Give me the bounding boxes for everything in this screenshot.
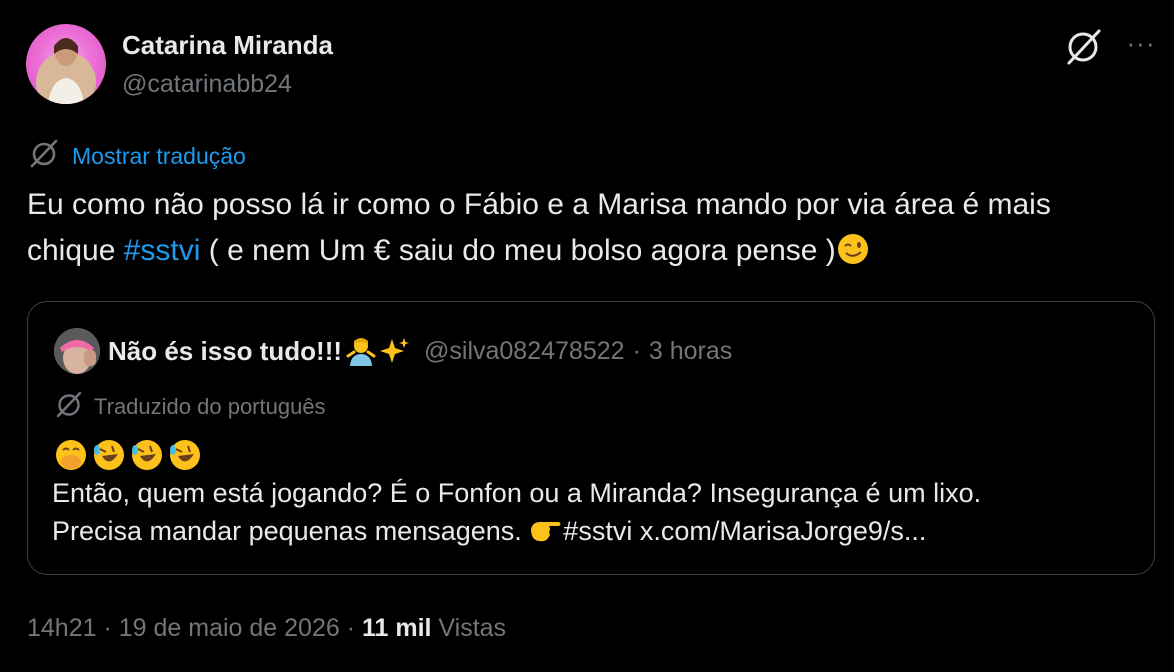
views-count[interactable]: 11 mil bbox=[362, 614, 432, 642]
person-shrugging-emoji bbox=[346, 336, 376, 366]
views-label: Vistas bbox=[431, 614, 507, 642]
quoted-header: Não és isso tudo!!! @silva082478522 · 3 … bbox=[108, 334, 732, 368]
quoted-link: x.com/MarisaJorge9/s... bbox=[632, 516, 927, 546]
quoted-time[interactable]: 3 horas bbox=[649, 337, 732, 366]
quoted-translation-row: Traduzido do português bbox=[54, 390, 326, 425]
translated-label: Traduzido do português bbox=[94, 394, 326, 419]
rolling-on-floor-laughing-emoji bbox=[92, 438, 130, 472]
author-avatar[interactable] bbox=[26, 24, 106, 104]
header-separator: · bbox=[632, 336, 641, 365]
grok-slash-icon[interactable] bbox=[1062, 26, 1104, 68]
hashtag-link[interactable]: #sstvi bbox=[124, 234, 201, 267]
tweet-footer: 14h21 · 19 de maio de 2026 · 11 mil Vist… bbox=[27, 614, 506, 643]
quoted-text-line2: Precisa mandar pequenas mensagens. #sstv… bbox=[52, 512, 1142, 550]
quoted-tweet-card[interactable]: Não és isso tudo!!! @silva082478522 · 3 … bbox=[27, 301, 1155, 575]
translate-row: Mostrar tradução bbox=[28, 138, 246, 175]
tweet-text-tail: ( e nem Um € saiu do meu bolso agora pen… bbox=[200, 234, 836, 267]
rolling-on-floor-laughing-emoji bbox=[130, 438, 168, 472]
more-button[interactable]: ··· bbox=[1124, 28, 1158, 62]
timestamp-time[interactable]: 14h21 bbox=[27, 614, 97, 642]
quoted-avatar[interactable] bbox=[54, 328, 100, 374]
quoted-leading-emojis bbox=[54, 438, 206, 472]
quoted-author-name[interactable]: Não és isso tudo!!! bbox=[108, 336, 342, 367]
grok-slash-icon bbox=[54, 390, 84, 425]
show-translation-link[interactable]: Mostrar tradução bbox=[72, 143, 246, 170]
timestamp-date[interactable]: 19 de maio de 2026 bbox=[119, 614, 340, 642]
sparkles-emoji bbox=[380, 336, 410, 366]
author-handle[interactable]: @catarinabb24 bbox=[122, 70, 292, 99]
quoted-text-line2-body: Precisa mandar pequenas mensagens. bbox=[52, 516, 530, 546]
footer-separator: · bbox=[339, 614, 362, 642]
quoted-text: Então, quem está jogando? É o Fonfon ou … bbox=[52, 474, 1142, 550]
winking-face-emoji bbox=[836, 232, 870, 266]
quoted-hashtag: #sstvi bbox=[563, 516, 633, 546]
quoted-author-handle[interactable]: @silva082478522 bbox=[424, 337, 625, 366]
grok-slash-icon bbox=[28, 138, 60, 175]
face-with-hand-over-mouth-emoji bbox=[54, 438, 92, 472]
author-name[interactable]: Catarina Miranda bbox=[122, 30, 333, 61]
footer-separator: · bbox=[96, 614, 119, 642]
rolling-on-floor-laughing-emoji bbox=[168, 438, 206, 472]
backhand-index-pointing-right-emoji bbox=[529, 515, 563, 545]
tweet-text: Eu como não posso lá ir como o Fábio e a… bbox=[27, 182, 1147, 274]
quoted-text-line1: Então, quem está jogando? É o Fonfon ou … bbox=[52, 478, 982, 508]
